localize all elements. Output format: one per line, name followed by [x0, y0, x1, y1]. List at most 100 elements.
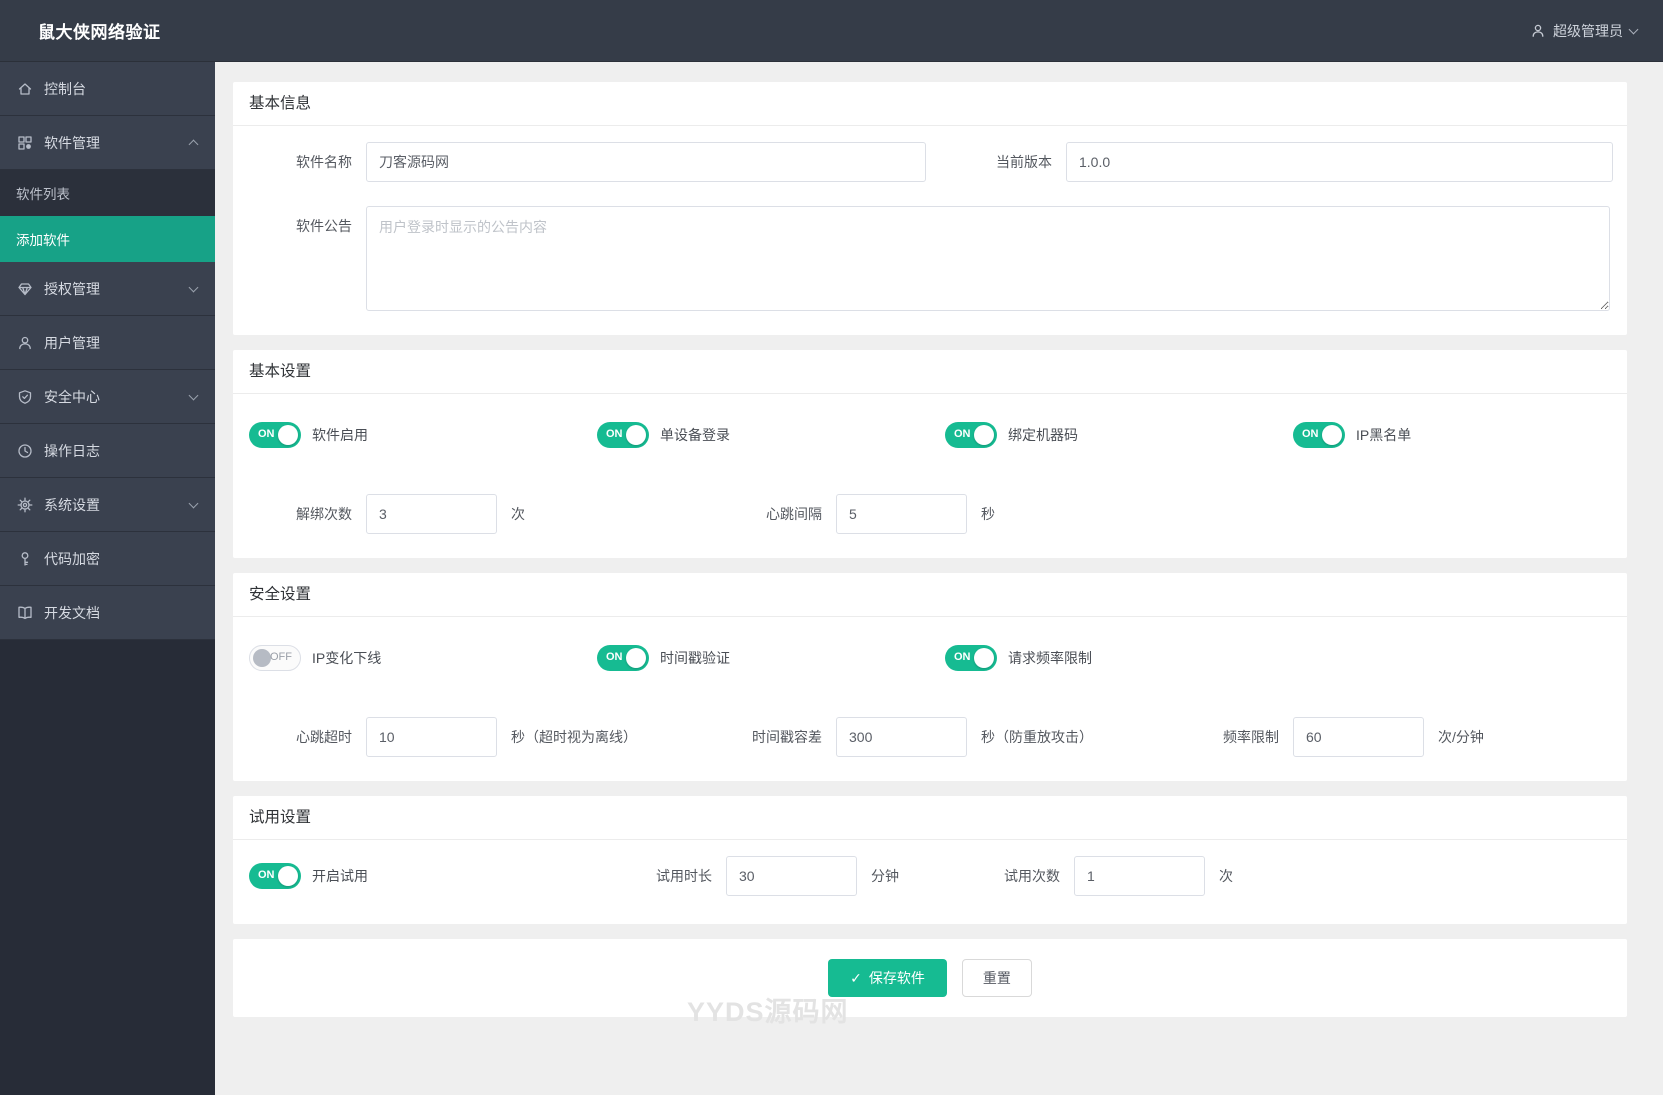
toggle-knob	[278, 425, 298, 445]
toggle-knob	[253, 649, 271, 667]
rate-limit-label: 频率限制	[1223, 729, 1279, 745]
section-title: 安全设置	[233, 573, 1627, 617]
toggle-software-enabled[interactable]: ON 软件启用	[249, 422, 368, 448]
toggle-knob	[1322, 425, 1342, 445]
home-icon	[18, 82, 32, 95]
heartbeat-timeout-input[interactable]	[366, 717, 497, 757]
reset-button[interactable]: 重置	[961, 959, 1032, 997]
rate-limit-input[interactable]	[1293, 717, 1424, 757]
software-name-label: 软件名称	[296, 154, 352, 170]
sidebar-item-add-software[interactable]: 添加软件	[0, 216, 215, 262]
toggle-ip-blacklist[interactable]: ON IP黑名单	[1293, 422, 1411, 448]
toggle-on-switch[interactable]: ON	[597, 422, 649, 448]
sidebar-item-label: 控制台	[44, 80, 86, 97]
check-icon: ✓	[850, 969, 862, 986]
sidebar-item-label: 用户管理	[44, 334, 100, 351]
chevron-down-icon	[188, 498, 199, 508]
toggle-knob	[626, 648, 646, 668]
shield-check-icon	[18, 389, 32, 404]
version-input[interactable]	[1066, 142, 1613, 182]
sidebar-item-dev-docs[interactable]: 开发文档	[0, 586, 215, 640]
user-name: 超级管理员	[1553, 22, 1623, 39]
unbind-count-suffix: 次	[511, 506, 525, 522]
toggle-on-switch[interactable]: ON	[945, 422, 997, 448]
unbind-count-label: 解绑次数	[296, 506, 352, 522]
sidebar-item-software-mgmt[interactable]: 软件管理	[0, 116, 215, 170]
clock-icon	[18, 443, 32, 458]
card-trial-settings: 试用设置 ON 开启试用 试用时长 分钟 试用次数 次	[233, 796, 1627, 924]
main-content: 基本信息 软件名称 当前版本 软件公告	[215, 62, 1663, 1095]
card-basic-info: 基本信息 软件名称 当前版本 软件公告	[233, 82, 1627, 335]
toggle-on-switch[interactable]: ON	[1293, 422, 1345, 448]
top-bar: 鼠大侠网络验证 超级管理员	[0, 0, 1663, 62]
toggle-on-switch[interactable]: ON	[945, 645, 997, 671]
sidebar-item-label: 代码加密	[44, 550, 100, 567]
toggle-ip-change-offline[interactable]: OFF IP变化下线	[249, 645, 381, 671]
gem-icon	[18, 282, 32, 295]
sidebar-item-label: 软件管理	[44, 134, 100, 151]
toggle-on-switch[interactable]: ON	[249, 863, 301, 889]
sidebar-item-security-center[interactable]: 安全中心	[0, 370, 215, 424]
toggle-knob	[974, 648, 994, 668]
trial-count-input[interactable]	[1074, 856, 1205, 896]
rate-limit-suffix: 次/分钟	[1438, 729, 1484, 745]
toggle-knob	[974, 425, 994, 445]
gear-icon	[17, 497, 33, 512]
toggle-timestamp-verify[interactable]: ON 时间戳验证	[597, 645, 730, 671]
toggle-rate-limit[interactable]: ON 请求频率限制	[945, 645, 1092, 671]
heartbeat-interval-input[interactable]	[836, 494, 967, 534]
trial-count-label: 试用次数	[1004, 868, 1060, 884]
software-name-input[interactable]	[366, 142, 926, 182]
timestamp-tolerance-suffix: 秒（防重放攻击）	[981, 729, 1093, 745]
trial-count-suffix: 次	[1219, 868, 1233, 884]
toggle-trial-enabled[interactable]: ON 开启试用	[249, 863, 368, 889]
unbind-count-input[interactable]	[366, 494, 497, 534]
card-basic-settings: 基本设置 ON 软件启用 ON 单设备登录 ON 绑定机器码 ON IP黑名单 …	[233, 350, 1627, 558]
trial-duration-input[interactable]	[726, 856, 857, 896]
sidebar-item-system-settings[interactable]: 系统设置	[0, 478, 215, 532]
apps-icon	[18, 135, 32, 150]
notice-textarea[interactable]	[366, 206, 1610, 311]
toggle-single-device[interactable]: ON 单设备登录	[597, 422, 730, 448]
timestamp-tolerance-label: 时间戳容差	[752, 729, 822, 745]
sidebar-item-label: 添加软件	[16, 233, 70, 248]
heartbeat-interval-label: 心跳间隔	[766, 506, 822, 522]
toggle-off-switch[interactable]: OFF	[249, 645, 301, 671]
key-icon	[21, 551, 29, 566]
sidebar-item-console[interactable]: 控制台	[0, 62, 215, 116]
sidebar-submenu-software: 软件列表 添加软件	[0, 170, 215, 262]
timestamp-tolerance-input[interactable]	[836, 717, 967, 757]
save-button[interactable]: ✓ 保存软件	[828, 959, 947, 997]
trial-duration-suffix: 分钟	[871, 868, 899, 884]
sidebar-item-code-encrypt[interactable]: 代码加密	[0, 532, 215, 586]
sidebar-item-label: 开发文档	[44, 604, 100, 621]
chevron-down-icon	[188, 282, 199, 292]
version-label: 当前版本	[996, 154, 1052, 170]
sidebar-item-label: 授权管理	[44, 280, 100, 297]
heartbeat-interval-suffix: 秒	[981, 506, 995, 522]
notice-label: 软件公告	[296, 218, 352, 234]
user-menu[interactable]: 超级管理员	[1530, 21, 1663, 41]
sidebar-item-operation-log[interactable]: 操作日志	[0, 424, 215, 478]
sidebar-item-label: 系统设置	[44, 496, 100, 513]
sidebar-item-license-mgmt[interactable]: 授权管理	[0, 262, 215, 316]
trial-duration-label: 试用时长	[656, 868, 712, 884]
sidebar-item-user-mgmt[interactable]: 用户管理	[0, 316, 215, 370]
sidebar: 控制台 软件管理 软件列表 添加软件 授权管理 用户管理 安全中心 操作日志 系…	[0, 62, 215, 1095]
sidebar-item-label: 操作日志	[44, 442, 100, 459]
heartbeat-timeout-suffix: 秒（超时视为离线）	[511, 729, 637, 745]
book-icon	[18, 606, 32, 619]
sidebar-item-label: 软件列表	[16, 187, 70, 202]
sidebar-item-label: 安全中心	[44, 388, 100, 405]
toggle-on-switch[interactable]: ON	[249, 422, 301, 448]
toggle-bind-machine-code[interactable]: ON 绑定机器码	[945, 422, 1078, 448]
toggle-knob	[278, 866, 298, 886]
app-screen: 鼠大侠网络验证 超级管理员 控制台 软件管理 软件列表 添加软件 授权管理 用户…	[0, 0, 1663, 1095]
toggle-knob	[626, 425, 646, 445]
heartbeat-timeout-label: 心跳超时	[296, 729, 352, 745]
section-title: 基本设置	[233, 350, 1627, 394]
chevron-down-icon	[1628, 24, 1639, 34]
toggle-on-switch[interactable]: ON	[597, 645, 649, 671]
sidebar-item-software-list[interactable]: 软件列表	[0, 170, 215, 216]
card-actions: ✓ 保存软件 重置	[233, 939, 1627, 1017]
